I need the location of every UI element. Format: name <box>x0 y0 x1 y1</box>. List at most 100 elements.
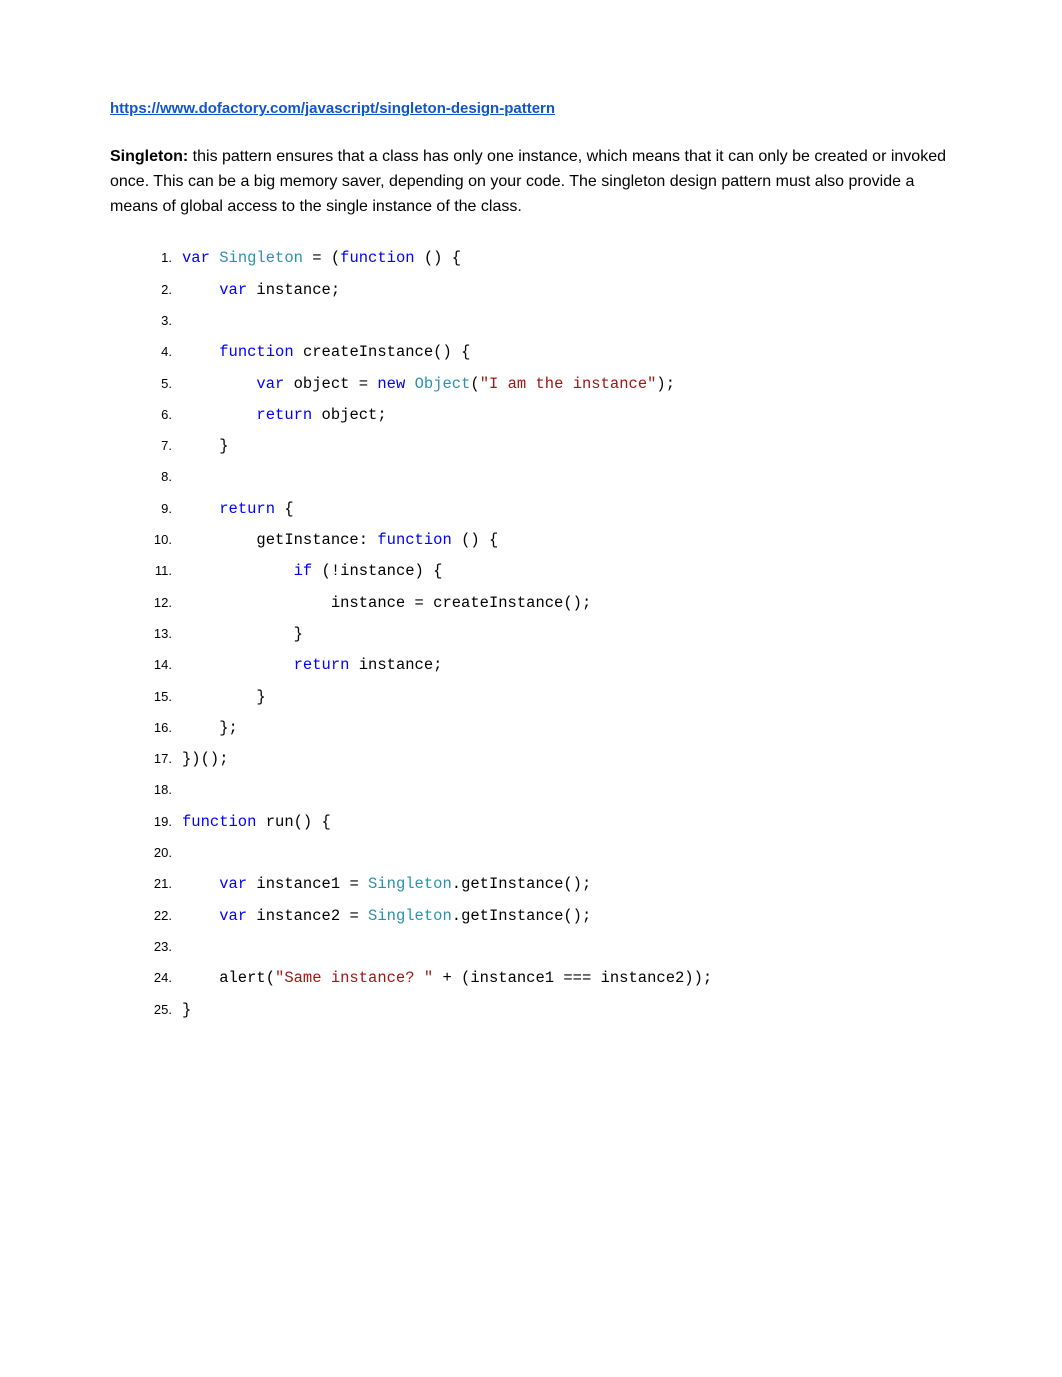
code-line: 21. var instance1 = Singleton.getInstanc… <box>140 869 952 900</box>
line-number: 4. <box>140 339 172 365</box>
line-number: 1. <box>140 245 172 271</box>
code-line: 16. }; <box>140 713 952 744</box>
token-plain: object; <box>312 406 386 424</box>
reference-link[interactable]: https://www.dofactory.com/javascript/sin… <box>110 100 555 117</box>
token-plain <box>182 500 219 518</box>
code-content: } <box>182 995 191 1026</box>
token-string: "I am the instance" <box>480 375 657 393</box>
token-plain: instance2 = <box>247 907 368 925</box>
code-content: } <box>182 682 266 713</box>
token-plain <box>182 875 219 893</box>
token-plain: { <box>275 500 294 518</box>
line-number: 8. <box>140 464 172 490</box>
token-plain: getInstance: <box>182 531 377 549</box>
line-number: 10. <box>140 527 172 553</box>
code-content <box>182 775 191 806</box>
token-plain: () { <box>415 249 462 267</box>
token-plain: }; <box>182 719 238 737</box>
code-content: instance = createInstance(); <box>182 588 591 619</box>
token-keyword: return <box>219 500 275 518</box>
line-number: 24. <box>140 965 172 991</box>
token-string: "Same instance? " <box>275 969 433 987</box>
token-class: Singleton <box>219 249 303 267</box>
line-number: 21. <box>140 871 172 897</box>
token-keyword: return <box>256 406 312 424</box>
code-content <box>182 838 191 869</box>
token-keyword: return <box>294 656 350 674</box>
token-plain: .getInstance(); <box>452 875 592 893</box>
code-content <box>182 462 191 493</box>
line-number: 15. <box>140 684 172 710</box>
token-plain <box>405 375 414 393</box>
code-content: var instance; <box>182 275 340 306</box>
token-plain: (!instance) { <box>312 562 442 580</box>
code-content <box>182 932 191 963</box>
token-class: Singleton <box>368 875 452 893</box>
code-line: 5. var object = new Object("I am the ins… <box>140 369 952 400</box>
line-number: 18. <box>140 777 172 803</box>
code-line: 9. return { <box>140 494 952 525</box>
token-plain: } <box>182 625 303 643</box>
token-plain: .getInstance(); <box>452 907 592 925</box>
line-number: 9. <box>140 496 172 522</box>
code-line: 1.var Singleton = (function () { <box>140 243 952 274</box>
token-keyword: function <box>182 813 256 831</box>
token-class: Singleton <box>368 907 452 925</box>
token-plain: + (instance1 === instance2)); <box>433 969 712 987</box>
token-plain <box>182 343 219 361</box>
token-plain: run() { <box>256 813 330 831</box>
code-line: 15. } <box>140 682 952 713</box>
code-line: 7. } <box>140 431 952 462</box>
token-plain: instance; <box>349 656 442 674</box>
token-plain <box>182 656 294 674</box>
code-line: 8. <box>140 462 952 493</box>
line-number: 14. <box>140 652 172 678</box>
line-number: 17. <box>140 746 172 772</box>
token-plain <box>182 281 219 299</box>
code-line: 4. function createInstance() { <box>140 337 952 368</box>
document-page: https://www.dofactory.com/javascript/sin… <box>0 0 1062 1086</box>
code-line: 23. <box>140 932 952 963</box>
token-plain <box>210 249 219 267</box>
token-keyword: function <box>377 531 451 549</box>
code-line: 3. <box>140 306 952 337</box>
line-number: 25. <box>140 997 172 1023</box>
code-line: 17. })(); <box>140 744 952 775</box>
line-number: 23. <box>140 934 172 960</box>
code-content: alert("Same instance? " + (instance1 ===… <box>182 963 712 994</box>
token-plain: instance1 = <box>247 875 368 893</box>
token-plain: } <box>182 437 229 455</box>
code-content: var instance1 = Singleton.getInstance(); <box>182 869 591 900</box>
line-number: 16. <box>140 715 172 741</box>
token-keyword: new <box>377 375 405 393</box>
code-line: 11. if (!instance) { <box>140 556 952 587</box>
code-line: 6. return object; <box>140 400 952 431</box>
code-content: if (!instance) { <box>182 556 442 587</box>
code-line: 14. return instance; <box>140 650 952 681</box>
token-plain: alert( <box>182 969 275 987</box>
token-plain <box>182 375 256 393</box>
code-content: getInstance: function () { <box>182 525 498 556</box>
code-content: }; <box>182 713 238 744</box>
line-number: 5. <box>140 371 172 397</box>
line-number: 3. <box>140 308 172 334</box>
code-line: 25.} <box>140 995 952 1026</box>
token-keyword: function <box>219 343 293 361</box>
code-line: 24. alert("Same instance? " + (instance1… <box>140 963 952 994</box>
token-class: Object <box>415 375 471 393</box>
code-content: return object; <box>182 400 387 431</box>
token-plain: ( <box>470 375 479 393</box>
code-line: 12. instance = createInstance(); <box>140 588 952 619</box>
token-keyword: function <box>340 249 414 267</box>
code-line: 13. } <box>140 619 952 650</box>
code-content: var object = new Object("I am the instan… <box>182 369 675 400</box>
token-plain <box>182 406 256 424</box>
code-content: } <box>182 431 229 462</box>
token-keyword: var <box>219 875 247 893</box>
code-line: 19.function run() { <box>140 807 952 838</box>
paragraph-bold-lead: Singleton: <box>110 148 188 165</box>
token-plain: instance; <box>247 281 340 299</box>
token-plain <box>182 562 294 580</box>
token-plain: })(); <box>182 750 229 768</box>
token-keyword: var <box>219 907 247 925</box>
